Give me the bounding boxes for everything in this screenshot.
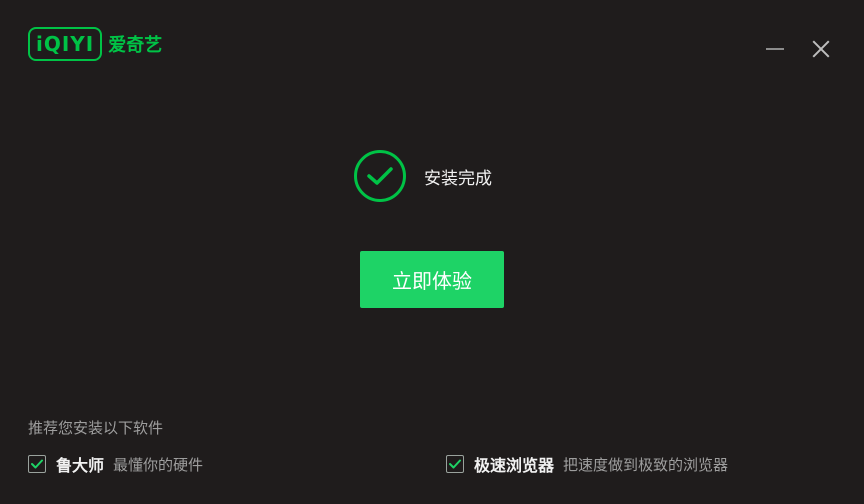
try-now-button[interactable]: 立即体验 bbox=[360, 251, 504, 308]
close-icon[interactable] bbox=[810, 38, 832, 60]
recommend-item-ludashi[interactable]: 鲁大师 最懂你的硬件 bbox=[28, 452, 203, 476]
recommend-item-name: 鲁大师 bbox=[56, 456, 105, 475]
check-circle-icon bbox=[354, 150, 406, 202]
iqiyi-logo-text: 爱奇艺 bbox=[108, 35, 163, 56]
checkbox-browser[interactable] bbox=[446, 455, 464, 473]
recommend-item-name: 极速浏览器 bbox=[474, 456, 555, 475]
recommend-item-desc: 最懂你的硬件 bbox=[113, 455, 204, 474]
install-status: 安装完成 bbox=[354, 150, 492, 202]
iqiyi-logo: iQIYI 爱奇艺 bbox=[28, 25, 162, 63]
recommend-title: 推荐您安装以下软件 bbox=[28, 419, 164, 437]
iqiyi-logo-mark: iQIYI bbox=[28, 27, 103, 61]
recommend-item-desc: 把速度做到极致的浏览器 bbox=[563, 455, 729, 474]
checkmark-icon bbox=[31, 459, 43, 469]
checkbox-ludashi[interactable] bbox=[28, 455, 46, 473]
checkmark-icon bbox=[449, 459, 461, 469]
minimize-icon[interactable] bbox=[764, 38, 786, 60]
install-status-text: 安装完成 bbox=[424, 168, 492, 189]
recommend-item-browser[interactable]: 极速浏览器 把速度做到极致的浏览器 bbox=[446, 452, 728, 476]
